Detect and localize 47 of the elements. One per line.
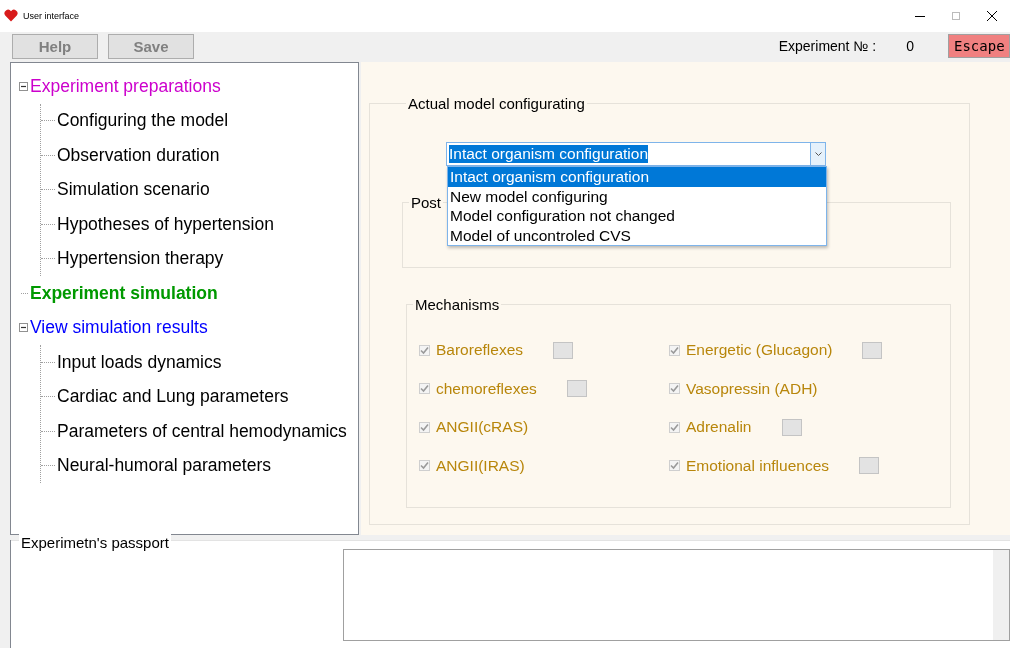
checkbox[interactable] — [669, 344, 680, 356]
collapse-icon[interactable] — [19, 81, 28, 91]
checkbox[interactable] — [669, 383, 680, 395]
mechanism-label: Baroreflexes — [436, 341, 523, 360]
heart-icon — [4, 9, 18, 22]
checkbox[interactable] — [419, 344, 430, 356]
experiment-number: 0 — [906, 38, 914, 54]
mechanism-label: chemoreflexes — [436, 379, 537, 398]
checkbox[interactable] — [669, 421, 680, 433]
tree-item[interactable]: Configuring the model — [57, 110, 229, 132]
tree-item[interactable]: Simulation scenario — [57, 179, 210, 201]
experiment-number-label: Experiment № : — [778, 38, 877, 54]
passport-text-area[interactable] — [343, 549, 1010, 641]
window-title: User interface — [23, 10, 81, 21]
tree-item[interactable]: Cardiac and Lung parameters — [57, 386, 289, 408]
group-title: Mechanisms — [414, 296, 501, 313]
maximize-icon — [951, 10, 961, 21]
group-title: Experimetn's passport — [19, 534, 171, 551]
tree-item[interactable]: Neural-humoral parameters — [57, 455, 271, 477]
checkbox[interactable] — [419, 421, 430, 433]
mechanism-label: ANGII(cRAS) — [436, 418, 529, 437]
mechanism-label: ANGII(IRAS) — [436, 456, 525, 475]
mechanism-label: Adrenalin — [686, 418, 752, 437]
dropdown-option[interactable]: New model configuring — [448, 186, 826, 206]
tree-item[interactable]: Input loads dynamics — [57, 351, 222, 373]
escape-button[interactable]: Escape — [948, 34, 1010, 58]
tree-item[interactable]: Parameters of central hemodynamics — [57, 420, 347, 442]
dropdown-option[interactable]: Model of uncontroled CVS — [448, 225, 826, 245]
checkbox[interactable] — [419, 460, 430, 472]
checkbox[interactable] — [669, 460, 680, 472]
dropdown-option[interactable]: Intact organism configuration — [448, 167, 826, 187]
group-title: Post — [410, 194, 442, 211]
chevron-down-icon — [814, 151, 822, 157]
tree-item[interactable]: Experiment preparations — [30, 75, 221, 97]
tree-item[interactable]: Observation duration — [57, 144, 220, 166]
checkbox[interactable] — [419, 383, 430, 395]
dropdown-option[interactable]: Model configuration not changed — [448, 206, 826, 226]
tree-item[interactable]: Experiment simulation — [30, 282, 218, 304]
group-title: Actual model configurating — [407, 95, 586, 112]
tree-item[interactable]: Hypotheses of hypertension — [57, 213, 274, 235]
mechanism-label: Vasopressin (ADH) — [686, 379, 818, 398]
close-icon — [987, 10, 997, 21]
collapse-icon[interactable] — [19, 323, 28, 333]
mechanism-label: Energetic (Glucagon) — [686, 341, 833, 360]
tree-item[interactable]: View simulation results — [30, 317, 208, 339]
mechanism-label: Emotional influences — [686, 456, 830, 475]
tree-item[interactable]: Hypertension therapy — [57, 248, 224, 270]
